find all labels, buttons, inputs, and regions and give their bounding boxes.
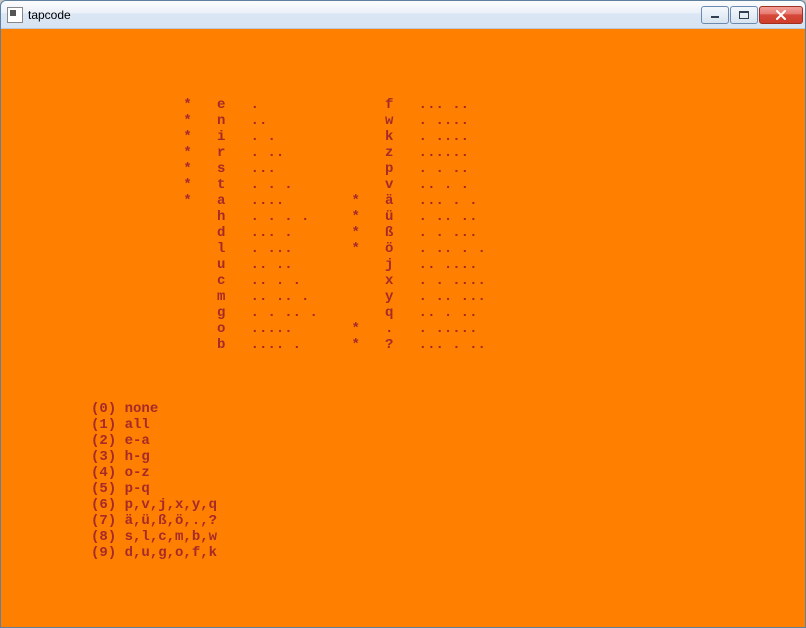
terminal-line: (8) s,l,c,m,b,w — [7, 529, 799, 545]
terminal-line — [7, 81, 799, 97]
terminal-line: (1) all — [7, 417, 799, 433]
terminal-line: h . . . . * ü . .. .. — [7, 209, 799, 225]
terminal-line: (9) d,u,g,o,f,k — [7, 545, 799, 561]
window-title: tapcode — [28, 8, 701, 22]
terminal-line: (5) p-q — [7, 481, 799, 497]
terminal-line — [7, 33, 799, 49]
terminal-line: * s ... p . . .. — [7, 161, 799, 177]
minimize-button[interactable] — [701, 6, 729, 24]
terminal-output: * e . f ... .. * n .. w . .... * i . . k… — [7, 33, 799, 561]
terminal-line: (6) p,v,j,x,y,q — [7, 497, 799, 513]
terminal-line: (7) ä,ü,ß,ö,.,? — [7, 513, 799, 529]
terminal-line: b .... . * ? ... . .. — [7, 337, 799, 353]
terminal-line: * t . . . v .. . . — [7, 177, 799, 193]
terminal-line: c .. . . x . . .... — [7, 273, 799, 289]
terminal-line: (0) none — [7, 401, 799, 417]
terminal-line — [7, 65, 799, 81]
terminal-line: * i . . k . .... — [7, 129, 799, 145]
window-controls — [701, 6, 803, 24]
terminal-line: * r . .. z ...... — [7, 145, 799, 161]
terminal-line: g . . .. . q .. . .. — [7, 305, 799, 321]
terminal-line: (3) h-g — [7, 449, 799, 465]
terminal-line — [7, 49, 799, 65]
terminal-line: * e . f ... .. — [7, 97, 799, 113]
client-area: * e . f ... .. * n .. w . .... * i . . k… — [1, 29, 805, 627]
terminal-line: o ..... * . . ..... — [7, 321, 799, 337]
terminal-line: * n .. w . .... — [7, 113, 799, 129]
terminal-line: (4) o-z — [7, 465, 799, 481]
maximize-button[interactable] — [730, 6, 758, 24]
terminal-line: * a .... * ä ... . . — [7, 193, 799, 209]
close-button[interactable] — [759, 6, 803, 24]
terminal-line — [7, 353, 799, 369]
app-window: tapcode * e . f ... .. * n .. — [0, 0, 806, 628]
terminal-line — [7, 385, 799, 401]
terminal-line: l . ... * ö . .. . . — [7, 241, 799, 257]
terminal-line: (2) e-a — [7, 433, 799, 449]
terminal-line: d ... . * ß . . ... — [7, 225, 799, 241]
terminal-line: m .. .. . y . .. ... — [7, 289, 799, 305]
terminal-line — [7, 369, 799, 385]
terminal-line: u .. .. j .. .... — [7, 257, 799, 273]
titlebar[interactable]: tapcode — [1, 1, 805, 29]
app-icon — [7, 7, 23, 23]
